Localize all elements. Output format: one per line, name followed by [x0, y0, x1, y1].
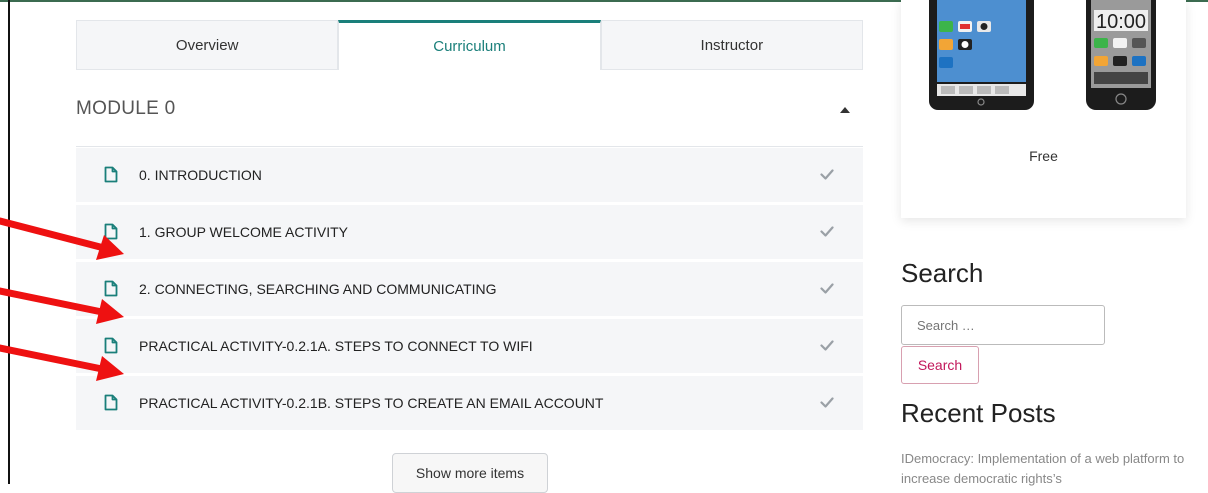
module-title: MODULE 0 — [76, 98, 176, 119]
lesson-label: 2. CONNECTING, SEARCHING AND COMMUNICATI… — [139, 281, 497, 297]
tab-overview[interactable]: Overview — [76, 20, 339, 70]
annotation-arrows — [0, 217, 124, 381]
show-more-button[interactable]: Show more items — [392, 453, 548, 493]
lesson-label: PRACTICAL ACTIVITY-0.2.1B. STEPS TO CREA… — [139, 395, 604, 411]
checkmark-icon — [820, 397, 834, 408]
search-button[interactable]: Search — [901, 346, 979, 384]
document-icon — [104, 166, 118, 183]
lesson-label: 1. GROUP WELCOME ACTIVITY — [139, 224, 349, 240]
lesson-list: 0. INTRODUCTION 1. GROUP WELCOME ACTIVIT… — [76, 148, 863, 433]
arrow-icon — [0, 287, 124, 324]
caret-up-icon[interactable] — [840, 107, 850, 113]
lesson-item[interactable]: PRACTICAL ACTIVITY-0.2.1B. STEPS TO CREA… — [76, 376, 863, 430]
lesson-item[interactable]: 1. GROUP WELCOME ACTIVITY — [76, 205, 863, 259]
phone-clock: 10:00 — [1096, 11, 1146, 33]
module-divider — [76, 146, 863, 147]
search-heading: Search — [901, 258, 984, 288]
lesson-label: PRACTICAL ACTIVITY-0.2.1A. STEPS TO CONN… — [139, 338, 533, 354]
course-tabs: Overview Curriculum Instructor — [76, 20, 863, 70]
lesson-label: 0. INTRODUCTION — [139, 167, 262, 183]
checkmark-icon — [820, 226, 834, 237]
lesson-item[interactable]: 0. INTRODUCTION — [76, 148, 863, 202]
course-card[interactable]: 10:00 Free — [901, 0, 1186, 218]
tab-instructor[interactable]: Instructor — [600, 20, 863, 70]
recent-posts-heading: Recent Posts — [901, 398, 1056, 428]
arrow-icon — [0, 217, 124, 260]
checkmark-icon — [820, 169, 834, 180]
tablet-phone-illustration: 10:00 — [929, 0, 1156, 110]
checkmark-icon — [820, 340, 834, 351]
tab-curriculum[interactable]: Curriculum — [338, 20, 601, 70]
lesson-item[interactable]: PRACTICAL ACTIVITY-0.2.1A. STEPS TO CONN… — [76, 319, 863, 373]
checkmark-icon — [820, 283, 834, 294]
lesson-item[interactable]: 2. CONNECTING, SEARCHING AND COMMUNICATI… — [76, 262, 863, 316]
course-price: Free — [1029, 148, 1058, 164]
search-input[interactable] — [901, 305, 1105, 345]
recent-post-link[interactable]: IDemocracy: Implementation of a web plat… — [901, 449, 1191, 489]
arrow-icon — [0, 344, 124, 381]
